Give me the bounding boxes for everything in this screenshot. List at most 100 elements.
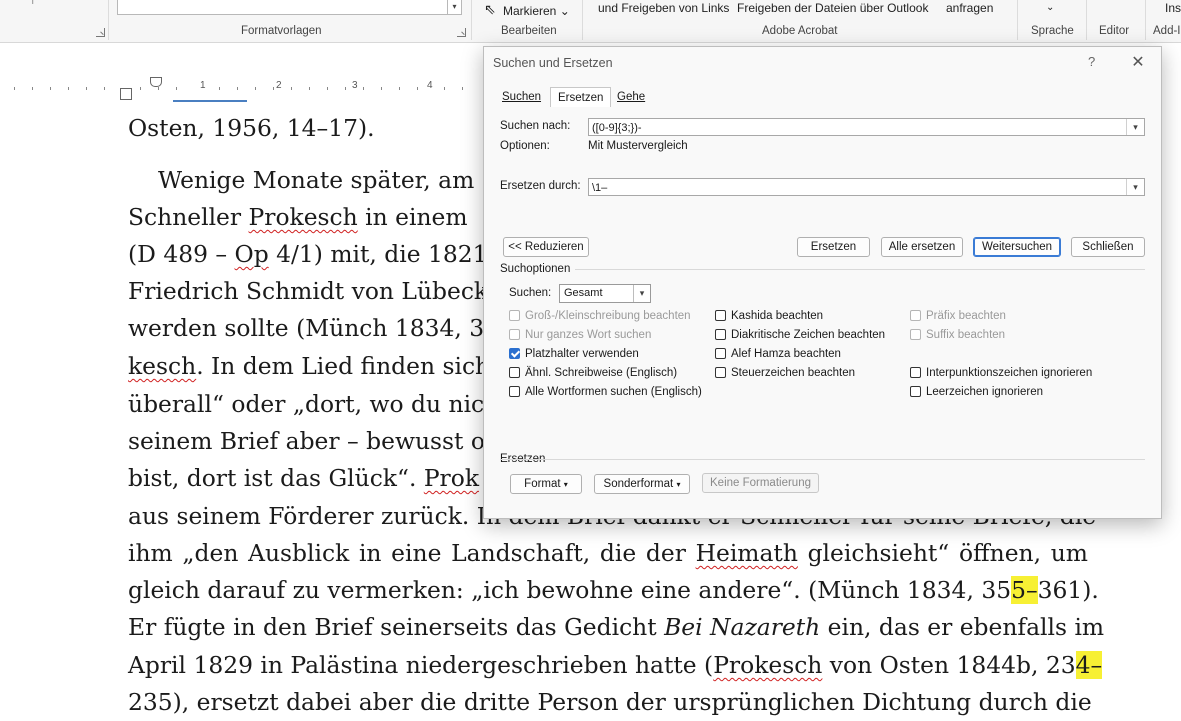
reduzieren-button[interactable]: << Reduzieren <box>503 237 589 257</box>
doc-line: April 1829 in Palästina niedergeschriebe… <box>128 651 1103 679</box>
chevron-down-icon[interactable]: ▾ <box>1126 119 1144 135</box>
ruler-number: 2 <box>276 80 282 91</box>
checkbox-checked[interactable] <box>509 348 520 359</box>
option-aehnl-schreibweise[interactable]: Ähnl. Schreibweise (Englisch) <box>509 366 677 380</box>
chevron-down-icon[interactable]: ▾ <box>633 285 650 302</box>
markieren-button[interactable]: Markieren ⌄ <box>503 4 570 18</box>
acrobat-link-button[interactable]: und Freigeben von Links <box>598 1 729 15</box>
format-button[interactable]: Format ▾ <box>510 474 582 494</box>
spelling-error: Prok <box>423 464 479 492</box>
select-cursor-icon: ⇖ <box>484 1 496 17</box>
option-wortformen[interactable]: Alle Wortformen suchen (Englisch) <box>509 385 702 399</box>
group-sprache: Sprache <box>1031 25 1074 37</box>
checkbox[interactable] <box>715 329 726 340</box>
acrobat-anfragen-button[interactable]: anfragen <box>946 1 993 15</box>
close-icon[interactable]: ✕ <box>1128 52 1148 72</box>
sonderformat-button[interactable]: Sonderformat ▾ <box>594 474 690 494</box>
option-alef-hamza[interactable]: Alef Hamza beachten <box>715 347 841 361</box>
checkbox[interactable] <box>509 386 520 397</box>
ribbon: ▾ ⊤ Formatvorlagen ⇖ Markieren ⌄ Bearbei… <box>0 0 1181 43</box>
doc-line: Friedrich Schmidt von Lübeck <box>128 277 489 305</box>
styles-gallery[interactable]: ▾ <box>117 0 462 15</box>
group-bearbeiten: Bearbeiten <box>501 25 557 37</box>
paragraph-dialog-launcher-icon[interactable] <box>96 28 105 37</box>
chevron-down-icon[interactable]: ▾ <box>1126 179 1144 195</box>
option-leerzeichen[interactable]: Leerzeichen ignorieren <box>910 385 1043 399</box>
ribbon-separator <box>1017 0 1018 40</box>
doc-line: seinem Brief aber – bewusst o <box>128 427 485 455</box>
horizontal-ruler[interactable]: 1 2 3 4 <box>0 77 500 100</box>
tab-gehe-zu[interactable]: Gehe zu <box>610 87 652 123</box>
spelling-error: kesch <box>128 352 197 380</box>
first-line-indent-marker[interactable] <box>150 77 162 87</box>
ins-button[interactable]: Ins <box>1165 1 1181 15</box>
highlighted-match: 4– <box>1075 651 1103 679</box>
schliessen-button[interactable]: Schließen <box>1071 237 1145 257</box>
gallery-more-icon[interactable]: ▾ <box>447 0 461 14</box>
doc-line: Er fügte in den Brief seinerseits das Ge… <box>128 613 1105 641</box>
checkbox[interactable] <box>509 310 520 321</box>
option-suffix[interactable]: Suffix beachten <box>910 328 1005 342</box>
ersetzen-button[interactable]: Ersetzen <box>797 237 870 257</box>
option-ganzes-wort[interactable]: Nur ganzes Wort suchen <box>509 328 651 342</box>
option-steuerzeichen[interactable]: Steuerzeichen beachten <box>715 366 855 380</box>
suchen-nach-label: Suchen nach: <box>500 120 571 132</box>
sprache-caret-icon[interactable]: ⌄ <box>1046 2 1054 13</box>
doc-line: gleich darauf zu vermerken: „ich bewohne… <box>128 576 1099 604</box>
doc-line: 235), ersetzt dabei aber die dritte Pers… <box>128 688 1092 716</box>
ribbon-separator <box>1145 0 1146 40</box>
help-icon[interactable]: ? <box>1088 54 1095 69</box>
chevron-down-icon: ▾ <box>676 480 681 489</box>
checkbox[interactable] <box>715 367 726 378</box>
checkbox[interactable] <box>910 386 921 397</box>
suchoptionen-label: Suchoptionen <box>500 263 571 275</box>
acrobat-outlook-button[interactable]: Freigeben der Dateien über Outlook <box>737 1 928 15</box>
checkbox[interactable] <box>509 329 520 340</box>
section-divider <box>500 459 1145 460</box>
ribbon-separator <box>1086 0 1087 40</box>
suchen-scope-label: Suchen: <box>509 287 552 299</box>
ruler-number: 1 <box>200 80 206 91</box>
checkbox[interactable] <box>910 367 921 378</box>
find-replace-dialog: Suchen und Ersetzen ? ✕ Suchen Ersetzen … <box>483 46 1162 519</box>
weitersuchen-button[interactable]: Weitersuchen <box>973 237 1061 257</box>
left-indent-marker[interactable] <box>120 88 132 100</box>
ribbon-separator <box>108 0 109 40</box>
doc-line: ihm „den Ausblick in eine Landschaft, di… <box>128 539 1088 567</box>
option-diakritische[interactable]: Diakritische Zeichen beachten <box>715 328 885 342</box>
paragraph-mark-icon[interactable]: ⊤ <box>28 0 38 7</box>
option-praefix[interactable]: Präfix beachten <box>910 309 1006 323</box>
optionen-value: Mit Mustervergleich <box>588 140 688 152</box>
option-gross-klein[interactable]: Groß-/Kleinschreibung beachten <box>509 309 691 323</box>
styles-dialog-launcher-icon[interactable] <box>457 28 466 37</box>
ribbon-separator <box>471 0 472 40</box>
alle-ersetzen-button[interactable]: Alle ersetzen <box>881 237 963 257</box>
doc-line: Schneller Prokesch in einem <box>128 203 468 231</box>
group-formatvorlagen: Formatvorlagen <box>241 25 322 37</box>
ersetzen-durch-input[interactable]: \1– ▾ <box>588 178 1145 196</box>
option-interpunktion[interactable]: Interpunktionszeichen ignorieren <box>910 366 1092 380</box>
checkbox[interactable] <box>509 367 520 378</box>
dialog-title: Suchen und Ersetzen <box>493 56 613 70</box>
chevron-down-icon: ▾ <box>563 480 568 489</box>
group-add-ins: Add-I <box>1153 25 1181 37</box>
checkbox[interactable] <box>715 348 726 359</box>
checkbox[interactable] <box>910 310 921 321</box>
doc-line: werden sollte (Münch 1834, 35 <box>128 314 500 342</box>
keine-formatierung-button[interactable]: Keine Formatierung <box>702 473 819 493</box>
ersetzen-durch-label: Ersetzen durch: <box>500 180 581 192</box>
option-platzhalter[interactable]: Platzhalter verwenden <box>509 347 639 361</box>
doc-line: Wenige Monate später, am <box>158 166 475 194</box>
option-kashida[interactable]: Kashida beachten <box>715 309 823 323</box>
section-divider <box>575 269 1145 270</box>
group-editor: Editor <box>1099 25 1130 37</box>
checkbox[interactable] <box>910 329 921 340</box>
doc-line: (D 489 – Op 4/1) mit, die 1821 v <box>128 240 509 268</box>
tab-ersetzen[interactable]: Ersetzen <box>550 87 612 109</box>
tab-suchen[interactable]: Suchen <box>495 87 548 107</box>
suchen-scope-select[interactable]: Gesamt ▾ <box>559 284 651 303</box>
checkbox[interactable] <box>715 310 726 321</box>
spelling-error: Prokesch <box>713 651 823 679</box>
suchen-nach-input[interactable]: ([0-9]{3;})- ▾ <box>588 118 1145 136</box>
group-adobe-acrobat: Adobe Acrobat <box>762 25 838 37</box>
